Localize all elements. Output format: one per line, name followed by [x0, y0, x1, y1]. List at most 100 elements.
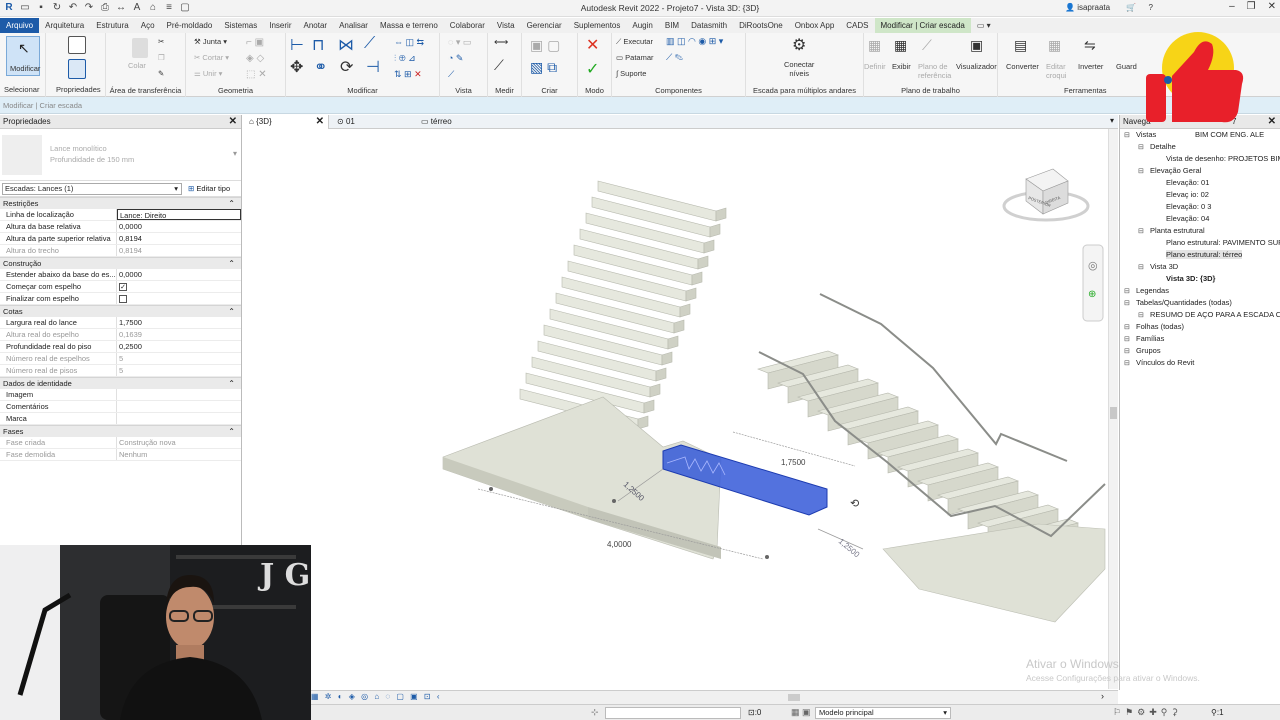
browser-tree-item[interactable]: Elevação: 01: [1166, 178, 1209, 187]
thin-lines-icon[interactable]: ≡: [164, 2, 174, 13]
connect-levels-button[interactable]: Conectar níveis: [784, 60, 814, 78]
array-icon[interactable]: ⫶ ⊕ ⊿: [394, 53, 416, 64]
workset-field[interactable]: [605, 707, 741, 719]
ribbon-tab[interactable]: Arquivo: [0, 18, 40, 33]
type-selector[interactable]: Lance monolítico Profundidade de 150 mm ▾: [0, 129, 241, 181]
upper-landing-slab[interactable]: [882, 523, 1106, 623]
ribbon-tab[interactable]: Anotar: [297, 18, 333, 33]
ref-plane-icon[interactable]: ⟋: [922, 37, 932, 54]
stair-model-drawing[interactable]: 4,0000 1,2500 1,7500 1,2500 ⟲ POSTERIOR …: [243, 129, 1108, 689]
cancel-edit-icon[interactable]: ✕: [586, 35, 599, 55]
ribbon-tab[interactable]: Augin: [626, 18, 658, 33]
browser-tree-item[interactable]: Tabelas/Quantidades (todas): [1136, 298, 1232, 307]
flip-control-icon[interactable]: ⟲: [850, 497, 859, 510]
tree-expand-icon[interactable]: ⊟: [1124, 131, 1130, 139]
close-tab-icon[interactable]: ✕: [316, 115, 324, 129]
measure-distance-icon[interactable]: ⟷: [494, 37, 508, 48]
ribbon-toggle-icon[interactable]: ▭ ▾: [971, 18, 997, 33]
browser-tree-item[interactable]: Grupos: [1136, 346, 1161, 355]
ribbon-tab[interactable]: DiRootsOne: [733, 18, 789, 33]
property-group-header[interactable]: Restrições ⌃: [0, 197, 241, 209]
linework-icon[interactable]: ⟋: [448, 69, 454, 80]
close-properties-icon[interactable]: ✕: [229, 115, 237, 129]
ribbon-tab[interactable]: Modificar | Criar escada: [874, 18, 971, 33]
collapse-icon[interactable]: ⌃: [228, 198, 235, 209]
properties-icon[interactable]: [68, 59, 86, 79]
pick-line-icon[interactable]: ⟋ ✎: [666, 52, 683, 63]
split-icon[interactable]: ⇔ ◫ ⇆: [394, 37, 424, 48]
measure-icon[interactable]: ↔: [116, 2, 126, 13]
ribbon-tab[interactable]: Gerenciar: [521, 18, 568, 33]
ribbon-tab[interactable]: Colaborar: [444, 18, 491, 33]
tree-expand-icon[interactable]: ⊟: [1124, 335, 1130, 343]
save-icon[interactable]: ▪: [36, 2, 46, 13]
create-parts-icon[interactable]: ▣ ▢: [530, 37, 560, 54]
tree-expand-icon[interactable]: ⊟: [1138, 227, 1144, 235]
ribbon-tab[interactable]: Aço: [135, 18, 161, 33]
text-icon[interactable]: A: [132, 2, 142, 13]
close-icon[interactable]: ✕: [1268, 1, 1276, 12]
dimension-text-175[interactable]: 1,7500: [781, 458, 806, 467]
grip-point[interactable]: [489, 487, 493, 491]
property-value[interactable]: [117, 401, 241, 412]
property-checkbox[interactable]: ✓: [119, 283, 127, 291]
tree-expand-icon[interactable]: ⊟: [1138, 167, 1144, 175]
property-group-header[interactable]: Cotas ⌃: [0, 305, 241, 317]
browser-tree-item[interactable]: Plano estrutural: térreo: [1166, 250, 1243, 259]
browser-tree-item[interactable]: Elevação: 04: [1166, 214, 1209, 223]
cart-icon[interactable]: 🛒: [1126, 3, 1136, 12]
browser-tree-item[interactable]: Detalhe: [1150, 142, 1176, 151]
ribbon-tab[interactable]: Vista: [491, 18, 521, 33]
browser-tree-item[interactable]: Vista 3D: {3D}: [1166, 274, 1215, 283]
browser-tree-item[interactable]: Elevaç io: 02: [1166, 190, 1209, 199]
property-group-header[interactable]: Construção ⌃: [0, 257, 241, 269]
support-button[interactable]: ∫ Suporte: [616, 69, 646, 78]
browser-tree-item[interactable]: Folhas (todas): [1136, 322, 1184, 331]
browser-tree-item[interactable]: Famílias: [1136, 334, 1164, 343]
browser-tree-item[interactable]: Vínculos do Revit: [1136, 358, 1194, 367]
select-dropdown[interactable]: Selecionar: [4, 85, 39, 94]
show-workplane-icon[interactable]: ▦: [894, 37, 907, 54]
tab-terreo[interactable]: ▭ térreo: [417, 115, 497, 129]
tree-expand-icon[interactable]: ⊟: [1124, 287, 1130, 295]
zoom-icon[interactable]: ⊕: [1088, 289, 1096, 300]
property-value[interactable]: 1,7500: [117, 317, 241, 328]
edit-type-button[interactable]: ⊞ Editar tipo: [188, 184, 230, 193]
tree-expand-icon[interactable]: ⊟: [1124, 299, 1130, 307]
browser-tree-item[interactable]: RESUMO DE AÇO PARA A ESCADA C: [1150, 310, 1280, 319]
tab-elevation-01[interactable]: ⊙ 01: [333, 115, 413, 129]
tree-expand-icon[interactable]: ⊟: [1138, 143, 1144, 151]
redo-icon[interactable]: ↷: [84, 2, 94, 13]
edit-sketch-icon[interactable]: ▦: [1048, 37, 1061, 54]
collapse-icon[interactable]: ⌃: [228, 426, 235, 437]
instance-filter-dropdown[interactable]: Escadas: Lances (1) ▾: [2, 183, 182, 195]
type-dropdown-icon[interactable]: ▾: [233, 149, 237, 158]
ribbon-tab[interactable]: Sistemas: [218, 18, 263, 33]
mirror-axis-icon[interactable]: ⋈: [338, 35, 354, 55]
undo-icon[interactable]: ↶: [68, 2, 78, 13]
grip-point[interactable]: [612, 499, 616, 503]
demolish-icon[interactable]: ⬚ ✕: [246, 69, 267, 80]
viewcube[interactable]: POSTERIOR DIREITA: [1002, 168, 1090, 222]
property-value[interactable]: 0,0000: [117, 221, 241, 232]
browser-tree-item[interactable]: Plano estrutural: PAVIMENTO SUP: [1166, 238, 1280, 247]
rotate-icon[interactable]: ⟳: [340, 57, 353, 77]
help-icon[interactable]: ?: [1149, 3, 1153, 12]
create-group-icon[interactable]: ▧ ⧉: [530, 59, 557, 76]
mirror-draw-icon[interactable]: ⟋: [364, 35, 375, 53]
browser-tree-item[interactable]: Planta estrutural: [1150, 226, 1205, 235]
convert-icon[interactable]: ▤: [1014, 37, 1027, 54]
ribbon-tab[interactable]: Analisar: [333, 18, 374, 33]
dimension-text-4[interactable]: 4,0000: [607, 540, 632, 549]
tab-3d-view[interactable]: ⌂ {3D} ✕: [243, 115, 329, 129]
trim-icon[interactable]: ⊣: [366, 57, 380, 77]
unjoin-button[interactable]: ⚌ Unir ▾: [194, 69, 222, 78]
property-group-header[interactable]: Fases ⌃: [0, 425, 241, 437]
model-selector[interactable]: Modelo principal ▾: [815, 707, 951, 719]
type-properties-icon[interactable]: [68, 36, 86, 54]
view-control-icons[interactable]: ▦ ✲ ◐ ◈ ◎ ⌂ ◌ ▢ ▣ ⊡ ‹: [311, 692, 442, 701]
dimension-text-125b[interactable]: 1,2500: [837, 537, 862, 560]
copy-icon[interactable]: ❐: [158, 53, 165, 62]
ribbon-tab[interactable]: Arquitetura: [39, 18, 90, 33]
worksets-icon[interactable]: ⊹: [591, 707, 599, 718]
